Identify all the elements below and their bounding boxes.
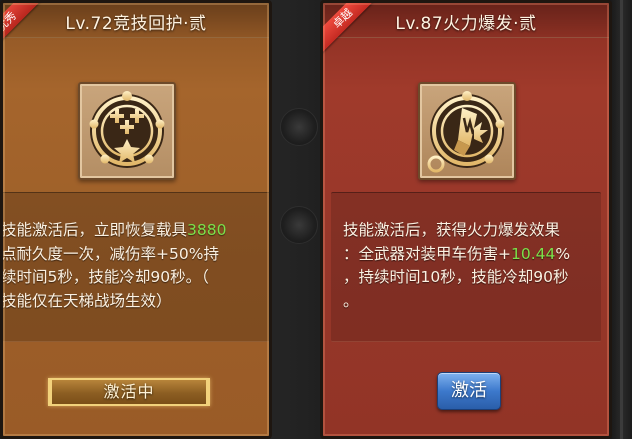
description-line: 技能仅在天梯战场生效） [1,291,172,310]
highlight-value: 3880 [187,221,227,239]
description-line: ，持续时间10秒，技能冷却90秒 [343,268,569,286]
repair-stars-emblem-icon [89,91,165,168]
scrollbar-edge[interactable] [612,0,632,439]
skill-description: 技能激活后，获得火力爆发效果 ：全武器对装甲车伤害+10.44% ，持续时间10… [343,219,570,313]
firepower-shell-emblem-icon [427,91,505,173]
skill-card-arena-guard[interactable]: Lv.72竞技回护·贰 优秀 技能激活后，立即恢复载具3880 点耐久度一次，减… [0,0,272,439]
card-title: Lv.72竞技回护·贰 [65,14,207,34]
description-line: 点耐久度一次，减伤率+50%持 [1,244,219,263]
highlight-value: 10.44 [511,244,556,263]
skill-cards-screen: Lv.72竞技回护·贰 优秀 技能激活后，立即恢复载具3880 点耐久度一次，减… [0,0,632,439]
skill-description: 技能激活后，立即恢复载具3880 点耐久度一次，减伤率+50%持 续时间5秒，技… [1,219,227,313]
description-panel: 技能激活后，获得火力爆发效果 ：全武器对装甲车伤害+10.44% ，持续时间10… [331,192,601,342]
description-line: 续时间5秒，技能冷却90秒。（ [1,268,209,286]
description-line: 。 [343,291,359,310]
skill-card-firepower-burst[interactable]: Lv.87火力爆发·贰 卓越 技能激活后，获得火力爆发效果 ：全武器对装甲车伤害… [320,0,612,439]
skill-icon-frame[interactable] [78,82,176,180]
description-panel: 技能激活后，立即恢复载具3880 点耐久度一次，减伤率+50%持 续时间5秒，技… [3,192,269,342]
description-line: 技能激活后，获得火力爆发效果 [343,221,561,239]
description-line: 技能激活后，立即恢复载具3880 [1,221,227,239]
description-line: ：全武器对装甲车伤害+10.44% [343,244,571,263]
skill-icon-frame[interactable] [418,82,516,180]
orb-decoration [280,108,318,146]
active-status-button[interactable]: 激活中 [48,378,210,406]
activate-button[interactable]: 激活 [437,372,501,410]
orb-decoration [280,206,318,244]
card-title: Lv.87火力爆发·贰 [395,14,537,34]
background-strip [276,0,320,439]
